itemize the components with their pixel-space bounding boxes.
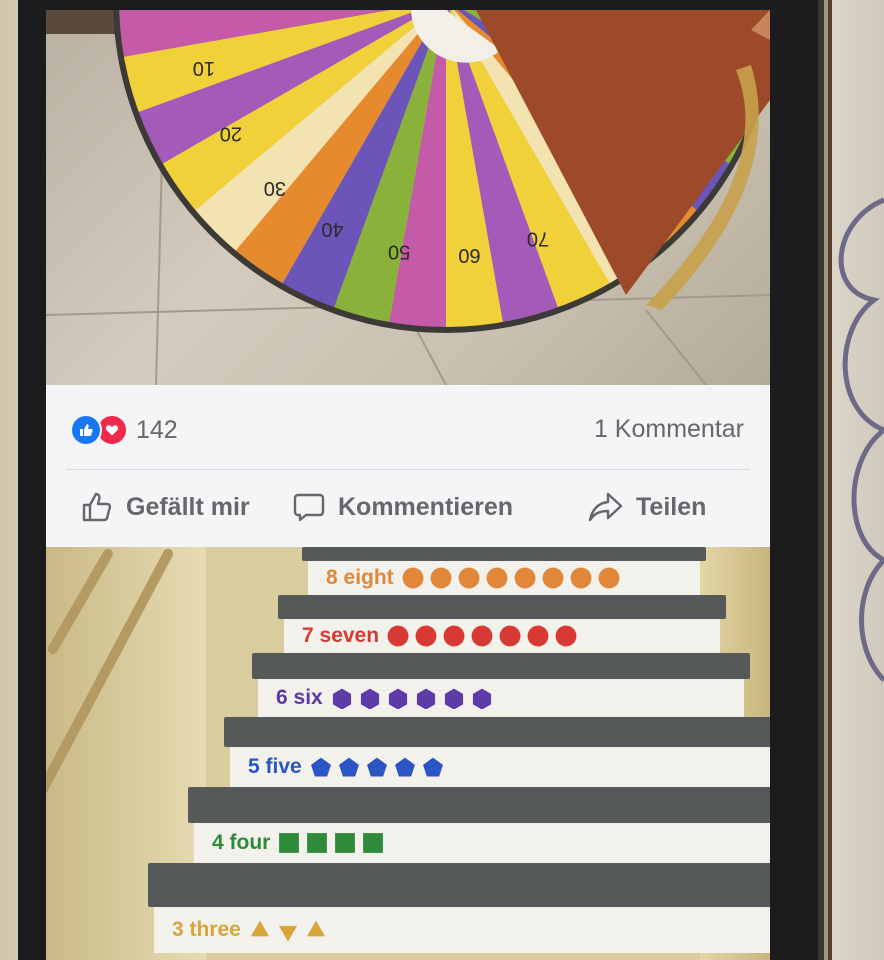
circle-shape-icon bbox=[387, 625, 409, 647]
circle-shape-icon bbox=[471, 625, 493, 647]
pentagon-shape-icon bbox=[338, 757, 359, 777]
desk-scribble bbox=[838, 197, 884, 682]
stair-step-shapes bbox=[387, 625, 577, 647]
stair-tread bbox=[278, 595, 726, 619]
post-actions: Gefällt mir Kommentieren Teilen bbox=[46, 479, 770, 535]
hexagon-shape-icon bbox=[332, 688, 351, 709]
comment-bubble-icon bbox=[293, 493, 325, 522]
pentagon-shape-icon bbox=[394, 757, 415, 777]
circle-shape-icon bbox=[415, 625, 437, 647]
stair-step: 3 three bbox=[154, 907, 770, 953]
hexagon-shape-icon bbox=[472, 688, 491, 709]
triangle-shape-icon bbox=[250, 920, 269, 937]
rug-label: 60 bbox=[458, 244, 480, 266]
rug-label: 70 bbox=[527, 227, 549, 249]
stair-step: 4 four bbox=[194, 823, 770, 863]
square-shape-icon bbox=[335, 833, 356, 853]
square-shape-icon bbox=[279, 833, 300, 853]
share-arrow-icon bbox=[588, 492, 623, 522]
pentagon-shape-icon bbox=[310, 757, 331, 777]
like-button[interactable]: Gefällt mir bbox=[80, 490, 250, 524]
stair-step-shapes bbox=[331, 687, 493, 709]
circle-shape-icon bbox=[486, 567, 508, 589]
circle-shape-icon bbox=[570, 567, 592, 589]
stair-step-shapes bbox=[310, 756, 444, 778]
rug-label: 30 bbox=[264, 177, 286, 199]
phone-screen: 1020304050607080Dar Ato 142 bbox=[46, 10, 770, 960]
post-photo-top[interactable]: 1020304050607080Dar Ato bbox=[46, 10, 770, 385]
stair-tread bbox=[252, 653, 750, 679]
circle-shape-icon bbox=[402, 567, 424, 589]
reactions-summary[interactable]: 142 bbox=[70, 413, 178, 447]
stair-step-label: 8 eight bbox=[326, 566, 394, 589]
reactions-count: 142 bbox=[136, 415, 178, 444]
stair-step-shapes bbox=[249, 919, 327, 941]
share-button[interactable]: Teilen bbox=[588, 490, 706, 524]
circle-shape-icon bbox=[499, 625, 521, 647]
comment-button-label: Kommentieren bbox=[338, 492, 514, 521]
stair-tread bbox=[148, 863, 770, 907]
stair-step-label: 3 three bbox=[172, 918, 241, 941]
triangle-shape-icon bbox=[278, 925, 297, 941]
like-reaction-icon bbox=[70, 414, 102, 446]
post-photo-bottom[interactable]: 8 eight 7 seven 6 six 5 five 4 four 3 three bbox=[46, 547, 770, 960]
hexagon-shape-icon bbox=[416, 688, 435, 709]
circle-shape-icon bbox=[443, 625, 465, 647]
stair-step: 7 seven bbox=[284, 619, 720, 653]
circle-shape-icon bbox=[458, 567, 480, 589]
circle-shape-icon bbox=[430, 567, 452, 589]
circle-shape-icon bbox=[527, 625, 549, 647]
share-button-label: Teilen bbox=[636, 492, 707, 521]
divider bbox=[66, 469, 750, 470]
stair-tread bbox=[188, 787, 770, 823]
circle-shape-icon bbox=[555, 625, 577, 647]
stair-step: 8 eight bbox=[308, 561, 700, 595]
rug-label: 50 bbox=[388, 241, 410, 263]
triangle-shape-icon bbox=[306, 920, 325, 937]
phone-frame: 1020304050607080Dar Ato 142 bbox=[18, 0, 818, 960]
stair-step: 5 five bbox=[230, 747, 770, 787]
comment-button[interactable]: Kommentieren bbox=[292, 490, 513, 524]
square-shape-icon bbox=[363, 833, 384, 853]
stair-step-label: 5 five bbox=[248, 755, 302, 778]
like-button-label: Gefällt mir bbox=[126, 492, 250, 521]
rug-label: 10 bbox=[193, 57, 215, 79]
stair-step-label: 7 seven bbox=[302, 624, 380, 647]
circle-shape-icon bbox=[514, 567, 536, 589]
protractor-rug-image: 1020304050607080Dar Ato bbox=[46, 10, 770, 385]
circle-shape-icon bbox=[542, 567, 564, 589]
pentagon-shape-icon bbox=[366, 757, 387, 777]
thumbs-up-icon bbox=[82, 492, 112, 522]
stair-step-shapes bbox=[402, 567, 620, 589]
stair-step-label: 4 four bbox=[212, 831, 271, 854]
stair-tread bbox=[224, 717, 770, 747]
rug-label: 20 bbox=[220, 122, 242, 144]
stair-step-label: 6 six bbox=[276, 686, 323, 709]
rug-label: 40 bbox=[321, 218, 343, 240]
square-shape-icon bbox=[307, 833, 328, 853]
hexagon-shape-icon bbox=[444, 688, 463, 709]
hexagon-shape-icon bbox=[360, 688, 379, 709]
stair-tread bbox=[302, 547, 706, 561]
circle-shape-icon bbox=[598, 567, 620, 589]
stair-step-shapes bbox=[278, 832, 384, 854]
hexagon-shape-icon bbox=[388, 688, 407, 709]
comments-count-link[interactable]: 1 Kommentar bbox=[594, 415, 744, 444]
post-engagement-bar: 142 1 Kommentar Gefällt mir Kommentieren bbox=[46, 385, 770, 547]
pentagon-shape-icon bbox=[422, 757, 443, 777]
stair-step: 6 six bbox=[258, 679, 744, 717]
